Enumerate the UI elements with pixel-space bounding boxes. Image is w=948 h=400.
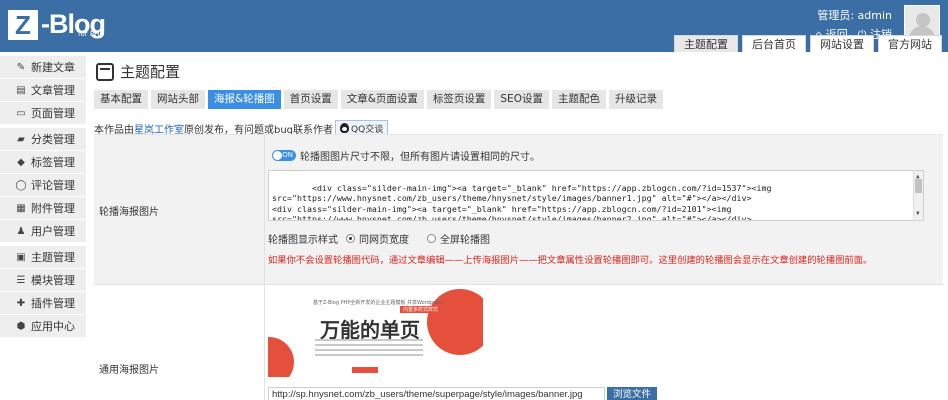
logo-subtitle: for PHP bbox=[78, 30, 104, 38]
tab-article-page-settings[interactable]: 文章&页面设置 bbox=[340, 90, 424, 109]
user-icon: ♟ bbox=[16, 225, 26, 237]
sidebar-item-label: 应用中心 bbox=[31, 320, 75, 333]
browse-file-button[interactable]: 浏览文件 bbox=[607, 387, 657, 400]
plugin-icon: ✚ bbox=[16, 297, 26, 309]
banner-decor-circle bbox=[268, 337, 294, 377]
poster-preview-image: 基于Z-Blog PHP全新开发的企业主题模板 共享Wordpress 内置多样… bbox=[268, 289, 483, 377]
sidebar-item-app-center[interactable]: ⬢ 应用中心 bbox=[0, 315, 86, 337]
toggle-description: 轮播图图片尺寸不限，但所有图片请设置相同的尺寸。 bbox=[300, 152, 540, 163]
sidebar-item-categories[interactable]: ▰ 分类管理 bbox=[0, 128, 86, 150]
sidebar-item-label: 新建文章 bbox=[31, 61, 75, 74]
carousel-toggle[interactable]: ON bbox=[272, 150, 296, 161]
sidebar-item-label: 主题管理 bbox=[31, 251, 75, 264]
tab-theme-colors[interactable]: 主题配色 bbox=[551, 90, 606, 109]
poster-label: 通用海报图片 bbox=[99, 365, 159, 376]
sidebar-item-users[interactable]: ♟ 用户管理 bbox=[0, 220, 86, 242]
carousel-toggle-line: ON 轮播图图片尺寸不限，但所有图片请设置相同的尺寸。 bbox=[272, 148, 540, 163]
theme-icon: ▣ bbox=[16, 251, 26, 263]
module-icon: ☰ bbox=[16, 274, 26, 286]
tab-upgrade-log[interactable]: 升级记录 bbox=[608, 90, 663, 109]
sidebar-item-articles[interactable]: ▤ 文章管理 bbox=[0, 79, 86, 101]
edit-icon: ✎ bbox=[16, 61, 26, 73]
tab-official-site[interactable]: 官方网站 bbox=[878, 35, 942, 52]
display-style-line: 轮播图显示样式 同网页宽度 全屏轮播图 bbox=[268, 231, 490, 246]
sidebar-item-label: 用户管理 bbox=[31, 225, 75, 238]
sidebar-item-label: 模块管理 bbox=[31, 274, 75, 287]
sidebar-item-comments[interactable]: ◯ 评论管理 bbox=[0, 174, 86, 196]
carousel-warning: 如果你不会设置轮播图代码，通过文章编辑——上传海报图片——把文章属性设置轮播图即… bbox=[268, 255, 873, 266]
sidebar-item-label: 附件管理 bbox=[31, 202, 75, 215]
tab-theme-config[interactable]: 主题配置 bbox=[674, 35, 738, 52]
sidebar-item-label: 文章管理 bbox=[31, 84, 75, 97]
qq-penguin-icon bbox=[340, 123, 350, 133]
page-title-text: 主题配置 bbox=[120, 63, 181, 81]
carousel-code: <div class="silder-main-img"><a target="… bbox=[272, 183, 772, 221]
option-fullscreen-label: 全屏轮播图 bbox=[440, 235, 490, 246]
file-icon: ▤ bbox=[16, 84, 26, 96]
carousel-code-textarea[interactable]: <div class="silder-main-img"><a target="… bbox=[268, 170, 924, 221]
sidebar-item-label: 标签管理 bbox=[31, 156, 75, 169]
tab-seo-settings[interactable]: SEO设置 bbox=[494, 90, 549, 109]
poster-row: 通用海报图片 bbox=[94, 285, 943, 400]
carousel-label: 轮播海报图片 bbox=[99, 207, 159, 218]
banner-tag: 内置多样式样式 bbox=[400, 306, 442, 313]
top-nav-tabs: 主题配置 后台首页 网站设置 官方网站 bbox=[674, 35, 942, 52]
tab-home-settings[interactable]: 首页设置 bbox=[283, 90, 338, 109]
sidebar-item-themes[interactable]: ▣ 主题管理 bbox=[0, 246, 86, 268]
sidebar-item-tags[interactable]: ◆ 标签管理 bbox=[0, 151, 86, 173]
banner-small-text: 基于Z-Blog PHP全新开发的企业主题模板 共享Wordpress bbox=[313, 300, 444, 306]
sidebar-item-plugins[interactable]: ✚ 插件管理 bbox=[0, 292, 86, 314]
sidebar-item-attachments[interactable]: ▦ 附件管理 bbox=[0, 197, 86, 219]
tab-site-header[interactable]: 网站头部 bbox=[151, 90, 205, 109]
banner-button bbox=[352, 367, 378, 373]
tab-tag-page-settings[interactable]: 标签页设置 bbox=[426, 90, 492, 109]
sidebar-item-pages[interactable]: ▭ 页面管理 bbox=[0, 102, 86, 124]
tab-site-settings[interactable]: 网站设置 bbox=[810, 35, 874, 52]
folder-icon: ▰ bbox=[17, 133, 25, 145]
scroll-down-icon[interactable]: ▼ bbox=[916, 209, 920, 219]
tab-poster-carousel[interactable]: 海报&轮播图 bbox=[208, 90, 281, 109]
tab-admin-home[interactable]: 后台首页 bbox=[742, 35, 806, 52]
option-same-width-label: 同网页宽度 bbox=[359, 235, 409, 246]
comment-icon: ◯ bbox=[15, 179, 27, 191]
sidebar-item-new-article[interactable]: ✎ 新建文章 bbox=[0, 56, 86, 78]
page-icon: ▭ bbox=[16, 107, 26, 119]
page-title: 主题配置 bbox=[96, 61, 180, 82]
avatar-head-icon bbox=[916, 13, 930, 27]
settings-form: 轮播海报图片 ON 轮播图图片尺寸不限，但所有图片请设置相同的尺寸。 <div … bbox=[94, 134, 943, 400]
sidebar-item-modules[interactable]: ☰ 模块管理 bbox=[0, 269, 86, 291]
scroll-thumb[interactable] bbox=[915, 179, 922, 193]
config-tabs: 基本配置 网站头部 海报&轮播图 首页设置 文章&页面设置 标签页设置 SEO设… bbox=[94, 90, 663, 109]
display-style-label: 轮播图显示样式 bbox=[268, 235, 338, 246]
radio-same-width[interactable] bbox=[346, 234, 355, 243]
sidebar-item-label: 插件管理 bbox=[31, 297, 75, 310]
poster-url-input[interactable]: http://sp.hnysnet.com/zb_users/theme/sup… bbox=[268, 387, 605, 400]
sidebar-item-label: 分类管理 bbox=[31, 133, 75, 146]
logo-mark: Z bbox=[8, 9, 38, 40]
textarea-scrollbar[interactable]: ▲ ▼ bbox=[913, 171, 923, 220]
sidebar-item-label: 评论管理 bbox=[31, 179, 75, 192]
banner-text-lines bbox=[315, 339, 423, 359]
carousel-row: 轮播海报图片 ON 轮播图图片尺寸不限，但所有图片请设置相同的尺寸。 <div … bbox=[94, 135, 943, 285]
admin-label: 管理员: admin bbox=[817, 9, 892, 22]
tag-icon: ◆ bbox=[17, 156, 25, 168]
attachment-icon: ▦ bbox=[16, 202, 26, 214]
toggle-state: ON bbox=[282, 151, 293, 159]
window-icon bbox=[96, 62, 114, 81]
tab-basic-config[interactable]: 基本配置 bbox=[94, 90, 148, 109]
top-header: Z -Blog for PHP 管理员: admin ⌂ 返回 ⏻ 注销 主题配… bbox=[0, 0, 948, 52]
app-center-icon: ⬢ bbox=[16, 320, 26, 332]
sidebar-item-label: 页面管理 bbox=[31, 107, 75, 120]
sidebar: ✎ 新建文章 ▤ 文章管理 ▭ 页面管理 ▰ 分类管理 ◆ 标签管理 ◯ 评论管理 ▦ 附件管… bbox=[0, 52, 86, 400]
main-content: 主题配置 基本配置 网站头部 海报&轮播图 首页设置 文章&页面设置 标签页设置… bbox=[93, 52, 948, 400]
qq-chat-label: QQ交谈 bbox=[351, 124, 384, 135]
radio-fullscreen[interactable] bbox=[427, 234, 436, 243]
